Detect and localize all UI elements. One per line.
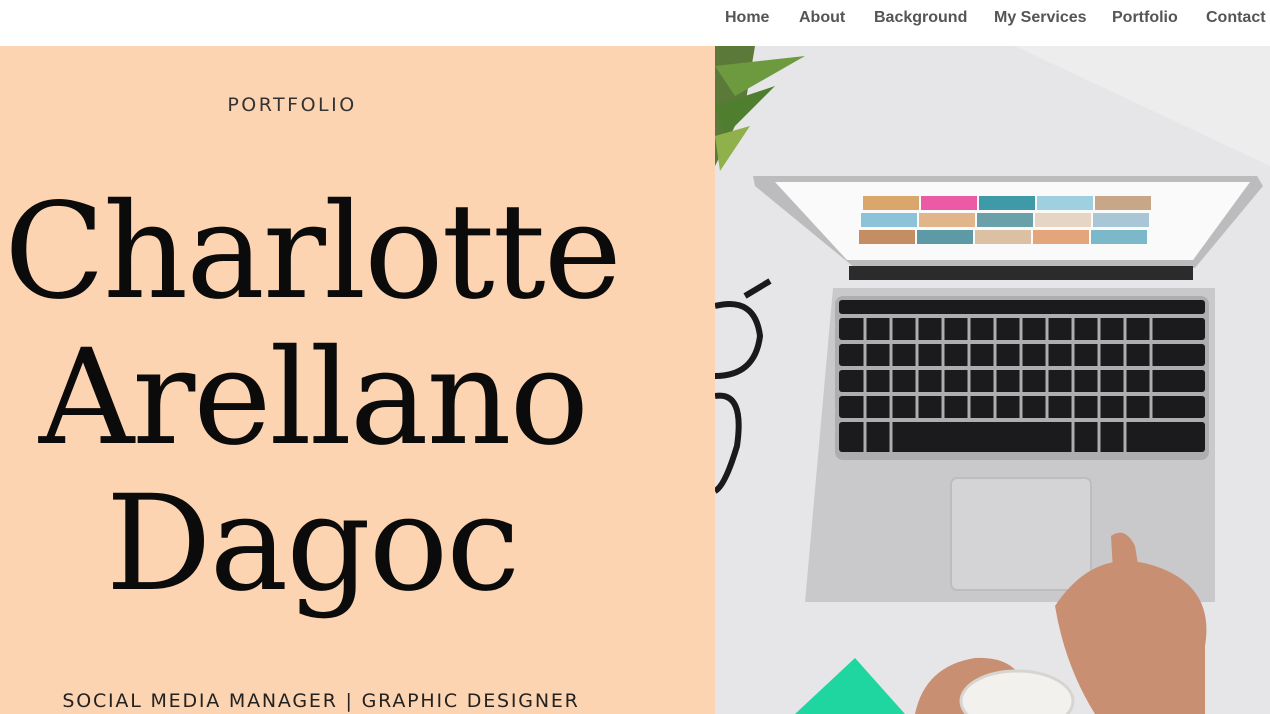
nav-contact-link[interactable]: Contact	[1206, 9, 1266, 27]
screen-photo-grid-icon	[859, 196, 1151, 244]
nav-background-link[interactable]: Background	[874, 9, 967, 27]
top-navigation: Home About Background My Services Portfo…	[0, 0, 1270, 46]
hero-photo	[715, 46, 1270, 714]
nav-about-link[interactable]: About	[799, 9, 845, 27]
nav-portfolio-link[interactable]: Portfolio	[1112, 9, 1178, 27]
trackpad-icon	[950, 477, 1092, 591]
nav-home-link[interactable]: Home	[725, 9, 769, 27]
laptop-desk-photo-icon	[715, 46, 1270, 714]
name-first: Charlotte	[4, 175, 622, 329]
hero-text-panel: PORTFOLIO Charlotte Arellano Dagoc SOCIA…	[0, 46, 715, 714]
name-middle: Arellano	[38, 321, 589, 475]
nav-my-services-link[interactable]: My Services	[994, 9, 1087, 27]
section-eyebrow: PORTFOLIO	[227, 94, 357, 116]
name-last: Dagoc	[105, 467, 520, 621]
role-subtitle: SOCIAL MEDIA MANAGER | GRAPHIC DESIGNER	[62, 690, 580, 712]
